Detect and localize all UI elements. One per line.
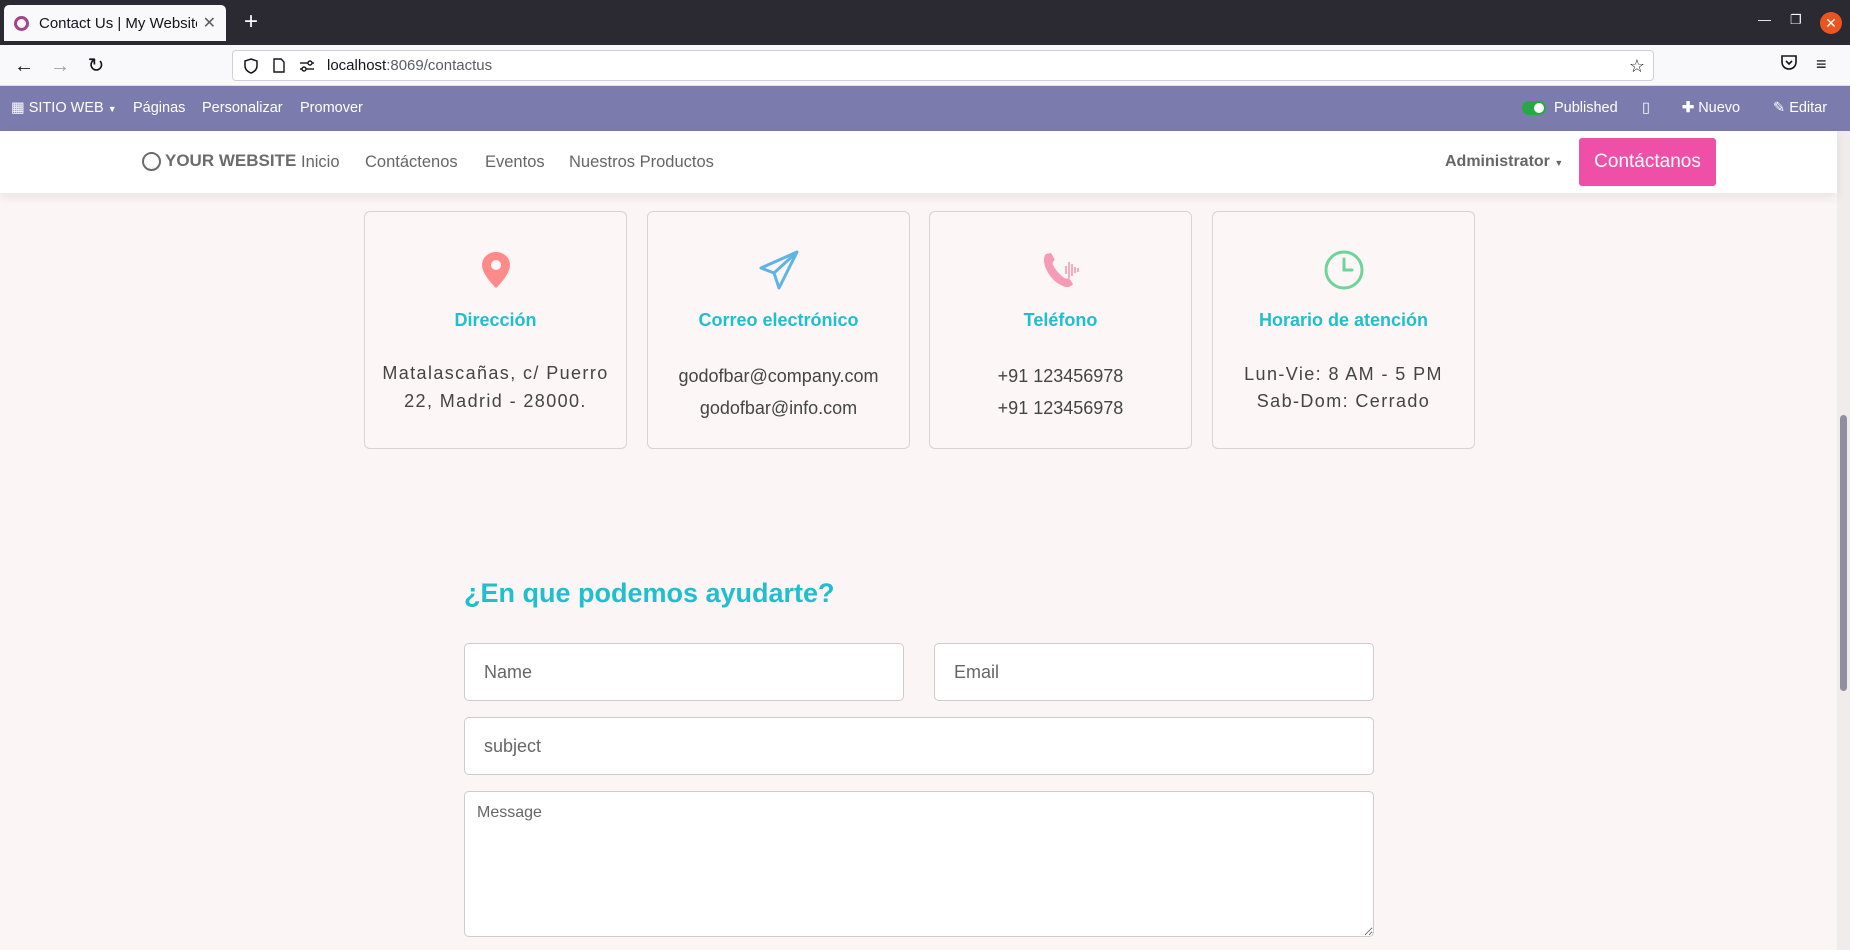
caret-down-icon: ▼ bbox=[107, 104, 117, 114]
browser-nav-bar: ← → ↻ localhost:8069/contactus ☆ ≡ bbox=[0, 45, 1850, 86]
shield-icon[interactable] bbox=[243, 57, 259, 74]
restore-icon[interactable]: ❐ bbox=[1790, 12, 1802, 28]
pages-menu[interactable]: Páginas bbox=[133, 100, 185, 116]
edit-button[interactable]: ✎ Editar bbox=[1773, 100, 1827, 116]
card-title: Horario de atención bbox=[1258, 310, 1429, 330]
form-title: ¿En que podemos ayudarte? bbox=[464, 578, 835, 608]
contact-cta-button[interactable]: Contáctanos bbox=[1579, 138, 1716, 186]
address-line: 22, Madrid - 28000. bbox=[404, 391, 587, 411]
forward-button[interactable]: → bbox=[46, 52, 74, 80]
scrollbar-thumb[interactable] bbox=[1840, 415, 1847, 691]
email-card: Correo electrónico godofbar@company.com … bbox=[647, 211, 910, 449]
card-title: Teléfono bbox=[1023, 310, 1098, 330]
new-tab-button[interactable]: + bbox=[236, 8, 266, 38]
tab-close-icon[interactable]: ✕ bbox=[203, 13, 216, 33]
pocket-icon[interactable] bbox=[1780, 54, 1798, 76]
plus-icon: ✚ bbox=[1682, 100, 1695, 116]
address-card: Dirección Matalascañas, c/ Puerro 22, Ma… bbox=[364, 211, 627, 449]
app-menu-icon[interactable]: ≡ bbox=[1816, 54, 1827, 75]
site-logo[interactable]: YOUR WEBSITE bbox=[142, 151, 296, 171]
hours-card: Horario de atención Lun-Vie: 8 AM - 5 PM… bbox=[1212, 211, 1475, 449]
bookmark-star-icon[interactable]: ☆ bbox=[1629, 56, 1645, 77]
pencil-icon: ✎ bbox=[1773, 100, 1786, 116]
card-title: Correo electrónico bbox=[698, 310, 859, 330]
permissions-icon[interactable] bbox=[299, 58, 315, 74]
phone-line[interactable]: +91 123456978 bbox=[938, 398, 1183, 419]
email-line[interactable]: godofbar@info.com bbox=[656, 398, 901, 419]
site-header: YOUR WEBSITE Inicio Contáctenos Eventos … bbox=[0, 131, 1837, 193]
minimize-icon[interactable]: — bbox=[1758, 12, 1771, 27]
subject-field[interactable] bbox=[464, 717, 1374, 775]
message-field[interactable] bbox=[464, 791, 1374, 937]
window-close-button[interactable]: ✕ bbox=[1820, 12, 1842, 34]
page-icon[interactable] bbox=[271, 58, 287, 74]
published-toggle[interactable] bbox=[1522, 101, 1546, 115]
tab-title: Contact Us | My Website bbox=[39, 14, 197, 32]
reload-button[interactable]: ↻ bbox=[82, 52, 110, 80]
name-field[interactable] bbox=[464, 643, 904, 701]
phone-icon bbox=[1043, 253, 1079, 288]
browser-tab[interactable]: Contact Us | My Website ✕ bbox=[4, 5, 226, 41]
url-host: localhost bbox=[327, 57, 387, 74]
card-title: Dirección bbox=[454, 310, 537, 330]
url-path: :8069/contactus bbox=[386, 57, 493, 74]
address-line: Matalascañas, c/ Puerro bbox=[382, 363, 609, 383]
new-content-button[interactable]: ✚ Nuevo bbox=[1682, 100, 1740, 116]
nav-link-productos[interactable]: Nuestros Productos bbox=[569, 153, 714, 172]
page-scrollbar[interactable] bbox=[1837, 131, 1850, 950]
caret-down-icon: ▼ bbox=[1554, 158, 1564, 168]
promote-menu[interactable]: Promover bbox=[300, 100, 363, 116]
globe-icon bbox=[142, 151, 161, 171]
nav-link-eventos[interactable]: Eventos bbox=[485, 153, 545, 172]
email-line[interactable]: godofbar@company.com bbox=[656, 366, 901, 387]
hours-line: Lun-Vie: 8 AM - 5 PM bbox=[1244, 364, 1443, 384]
back-button[interactable]: ← bbox=[10, 52, 38, 80]
apps-grid-icon: ▦ bbox=[11, 100, 25, 116]
map-pin-icon bbox=[481, 252, 510, 288]
phone-card: Teléfono +91 123456978 +91 123456978 bbox=[929, 211, 1192, 449]
hours-line: Sab-Dom: Cerrado bbox=[1256, 391, 1431, 411]
phone-line[interactable]: +91 123456978 bbox=[938, 366, 1183, 387]
user-menu-dropdown[interactable]: Administrator ▼ bbox=[1445, 153, 1563, 171]
clock-icon bbox=[1324, 250, 1363, 290]
nav-link-contactenos[interactable]: Contáctenos bbox=[365, 153, 458, 172]
odoo-website-bar: ▦ SITIO WEB ▼ Páginas Personalizar Promo… bbox=[0, 86, 1850, 131]
mobile-preview-icon[interactable]: ▯ bbox=[1642, 100, 1650, 116]
customize-menu[interactable]: Personalizar bbox=[202, 100, 283, 116]
url-bar[interactable]: localhost:8069/contactus ☆ bbox=[232, 50, 1654, 81]
odoo-favicon-icon bbox=[14, 15, 29, 31]
website-menu-dropdown[interactable]: ▦ SITIO WEB ▼ bbox=[11, 100, 117, 116]
email-field[interactable] bbox=[934, 643, 1374, 701]
browser-tab-bar: Contact Us | My Website ✕ + — ❐ ✕ bbox=[0, 0, 1850, 45]
paper-plane-icon bbox=[759, 250, 798, 290]
published-label: Published bbox=[1554, 100, 1618, 116]
nav-link-inicio[interactable]: Inicio bbox=[301, 153, 340, 172]
